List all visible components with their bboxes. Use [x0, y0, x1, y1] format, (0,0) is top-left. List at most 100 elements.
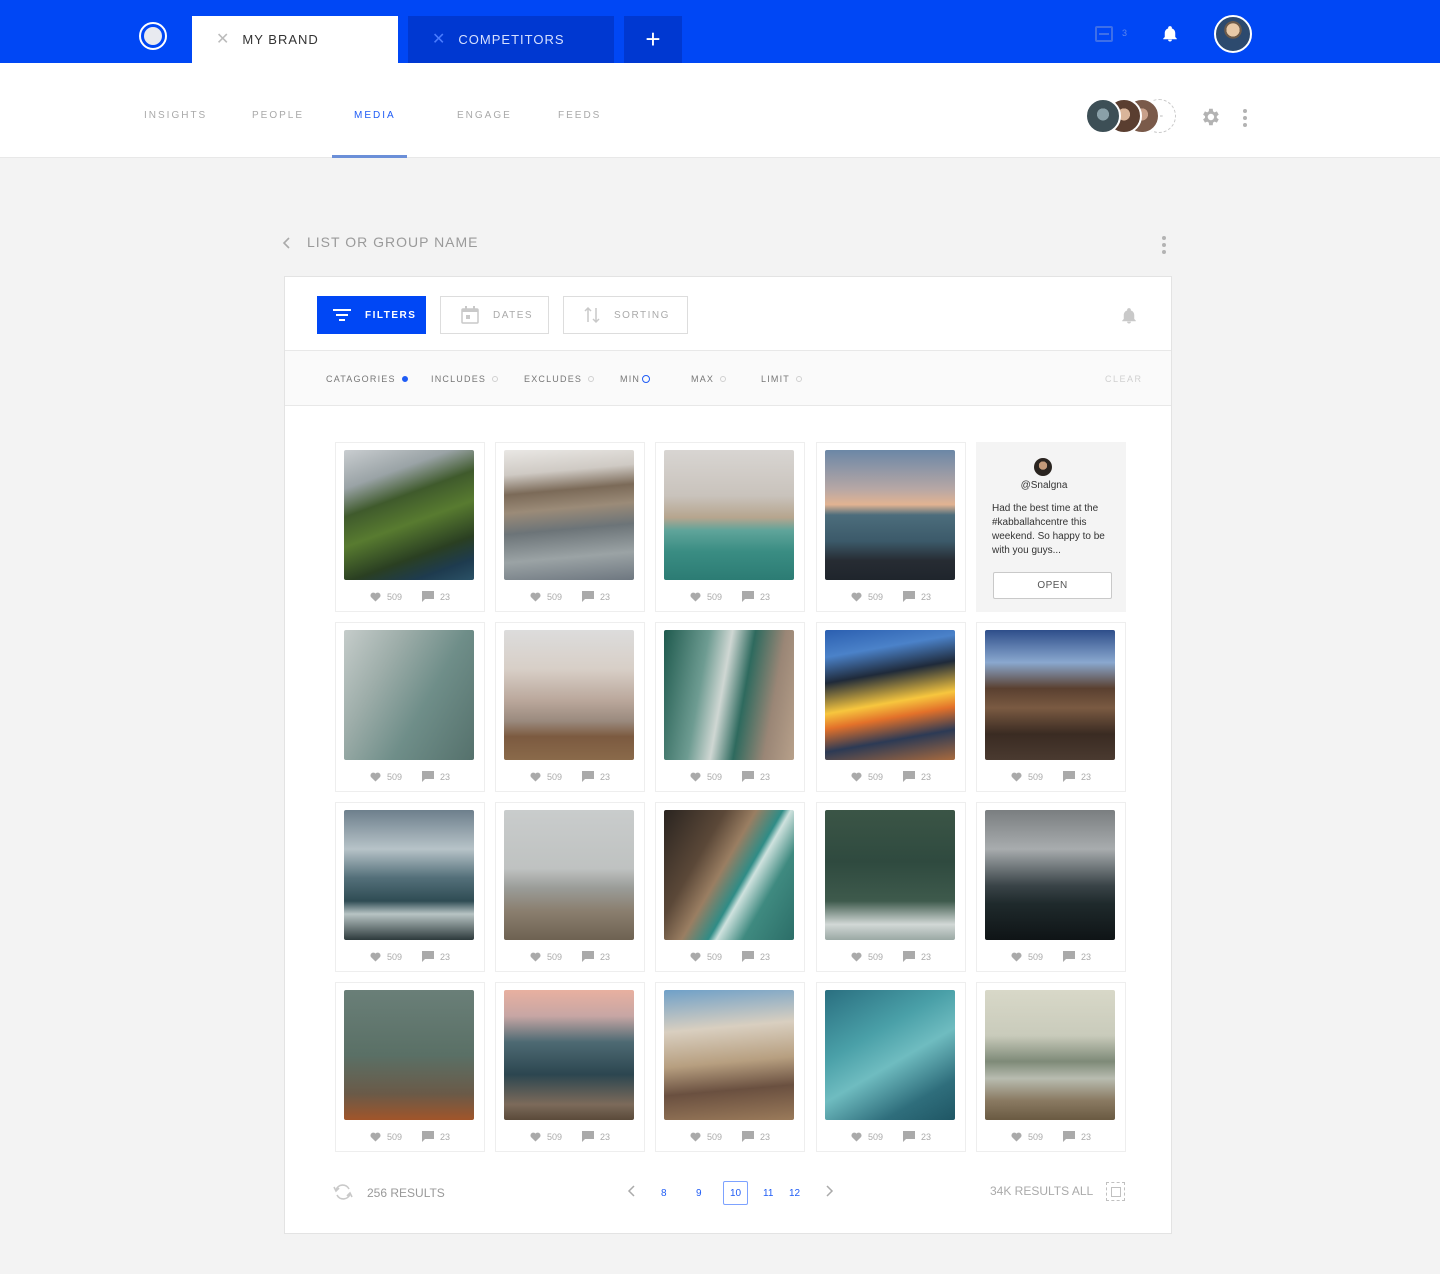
heart-icon — [530, 952, 541, 962]
refresh-icon[interactable] — [333, 1183, 353, 1201]
nav-engage[interactable]: ENGAGE — [457, 110, 512, 121]
media-card[interactable]: 509 23 — [335, 802, 485, 972]
text-post-card[interactable]: @Snalgna Had the best time at the #kabbal… — [976, 442, 1126, 612]
add-tab-button[interactable]: + — [624, 16, 682, 63]
like-count: 509 — [706, 951, 722, 962]
next-page-icon[interactable] — [824, 1184, 834, 1198]
nav-feeds[interactable]: FEEDS — [558, 110, 601, 121]
open-post-button[interactable]: OPEN — [993, 572, 1112, 599]
media-image[interactable] — [825, 810, 955, 940]
media-card[interactable]: 509 23 — [655, 442, 805, 612]
comment-count: 23 — [921, 771, 932, 782]
media-card[interactable]: 509 23 — [495, 802, 645, 972]
media-image[interactable] — [825, 990, 955, 1120]
page-9[interactable]: 9 — [696, 1181, 702, 1205]
back-arrow-icon[interactable] — [281, 236, 293, 250]
media-card[interactable]: 509 23 — [816, 802, 966, 972]
active-tab-indicator — [332, 155, 407, 158]
more-options-icon[interactable] — [1243, 109, 1247, 127]
like-count: 509 — [706, 591, 722, 602]
media-card[interactable]: 509 23 — [655, 622, 805, 792]
filter-excludes[interactable]: EXCLUDES — [524, 374, 595, 384]
media-card[interactable]: 509 23 — [976, 982, 1126, 1152]
tab-competitors[interactable]: ✕ COMPETITORS — [408, 16, 614, 63]
sort-icon — [584, 306, 600, 324]
filter-includes[interactable]: INCLUDES — [431, 374, 499, 384]
select-all-icon[interactable] — [1106, 1182, 1125, 1201]
media-image[interactable] — [985, 630, 1115, 760]
comment-icon — [570, 1131, 594, 1142]
alert-bell-icon[interactable] — [1120, 306, 1138, 326]
filter-dot — [588, 376, 595, 382]
tab-label: COMPETITORS — [458, 32, 565, 47]
media-card[interactable]: 509 23 — [495, 622, 645, 792]
media-image[interactable] — [985, 810, 1115, 940]
media-card[interactable]: 509 23 — [655, 982, 805, 1152]
media-image[interactable] — [504, 810, 634, 940]
media-card[interactable]: 509 23 — [335, 982, 485, 1152]
page-10-current[interactable]: 10 — [723, 1181, 748, 1205]
media-image[interactable] — [344, 450, 474, 580]
list-options-icon[interactable] — [1162, 236, 1166, 254]
media-image[interactable] — [344, 630, 474, 760]
media-stats: 509 23 — [977, 951, 1125, 962]
media-image[interactable] — [985, 990, 1115, 1120]
gear-icon[interactable] — [1199, 106, 1221, 128]
comment-icon — [570, 771, 594, 782]
media-image[interactable] — [664, 810, 794, 940]
media-card[interactable]: 509 23 — [655, 802, 805, 972]
inbox-icon[interactable] — [1095, 26, 1113, 42]
media-card[interactable]: 509 23 — [495, 982, 645, 1152]
media-image[interactable] — [664, 630, 794, 760]
heart-icon — [1011, 952, 1022, 962]
media-image[interactable] — [504, 990, 634, 1120]
notification-bell-icon[interactable] — [1161, 24, 1179, 44]
media-card[interactable]: 509 23 — [816, 982, 966, 1152]
media-stats: 509 23 — [336, 591, 484, 602]
user-avatar[interactable] — [1214, 15, 1252, 53]
comment-icon — [410, 771, 434, 782]
media-image[interactable] — [664, 450, 794, 580]
media-image[interactable] — [504, 450, 634, 580]
tab-my-brand[interactable]: ✕ MY BRAND — [192, 16, 398, 63]
media-image[interactable] — [504, 630, 634, 760]
media-image[interactable] — [664, 990, 794, 1120]
team-member-avatar[interactable] — [1085, 98, 1121, 134]
like-count: 509 — [1027, 1131, 1043, 1142]
top-bar: ✕ MY BRAND ✕ COMPETITORS + 3 — [0, 0, 1440, 63]
close-icon[interactable]: ✕ — [216, 31, 230, 48]
media-card[interactable]: 509 23 — [976, 622, 1126, 792]
nav-media[interactable]: MEDIA — [354, 110, 396, 121]
media-card[interactable]: 509 23 — [335, 442, 485, 612]
media-card[interactable]: 509 23 — [816, 442, 966, 612]
media-stats: 509 23 — [336, 951, 484, 962]
app-logo[interactable] — [139, 22, 167, 50]
media-card[interactable]: 509 23 — [816, 622, 966, 792]
media-image[interactable] — [344, 990, 474, 1120]
clear-filters-button[interactable]: CLEAR — [1105, 374, 1143, 384]
prev-page-icon[interactable] — [627, 1184, 637, 1198]
media-card[interactable]: 509 23 — [495, 442, 645, 612]
media-card[interactable]: 509 23 — [335, 622, 485, 792]
close-icon[interactable]: ✕ — [432, 31, 446, 48]
page-11[interactable]: 11 — [763, 1181, 773, 1205]
media-stats: 509 23 — [656, 1131, 804, 1142]
filter-categories[interactable]: CATAGORIES — [326, 374, 408, 384]
media-image[interactable] — [825, 630, 955, 760]
page-8[interactable]: 8 — [661, 1181, 667, 1205]
filters-button[interactable]: FILTERS — [317, 296, 426, 334]
media-card[interactable]: 509 23 — [976, 802, 1126, 972]
heart-icon — [530, 592, 541, 602]
comment-count: 23 — [1081, 1131, 1092, 1142]
comment-count: 23 — [1081, 771, 1092, 782]
dates-button[interactable]: DATES — [440, 296, 549, 334]
nav-insights[interactable]: INSIGHTS — [144, 110, 207, 121]
filter-max[interactable]: MAX — [691, 374, 727, 384]
sorting-button[interactable]: SORTING — [563, 296, 688, 334]
page-12[interactable]: 12 — [789, 1181, 800, 1205]
media-image[interactable] — [825, 450, 955, 580]
media-image[interactable] — [344, 810, 474, 940]
filter-min[interactable]: MIN — [620, 374, 651, 384]
nav-people[interactable]: PEOPLE — [252, 110, 304, 121]
filter-limit[interactable]: LIMIT — [761, 374, 803, 384]
